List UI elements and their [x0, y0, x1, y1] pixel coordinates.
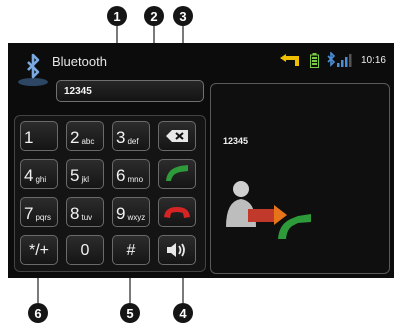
call-accept-icon [166, 165, 188, 181]
status-bar: 10:16 [279, 52, 386, 68]
call-end-icon [164, 207, 190, 218]
backspace-icon [166, 130, 188, 142]
key-digit: 8 [70, 204, 80, 223]
key-8[interactable]: 8 tuv [66, 197, 104, 227]
call-number-display: 12345 [223, 136, 249, 146]
navigation-arrow-icon [279, 54, 299, 66]
battery-icon [309, 52, 319, 68]
backspace-button[interactable] [158, 121, 196, 151]
key-digit: 3 [116, 128, 126, 147]
call-info-panel: 12345 [210, 83, 390, 274]
callout-3: 3 [173, 6, 193, 26]
key-5[interactable]: 5 jkl [66, 159, 104, 189]
signal-strength-icon [327, 52, 352, 67]
key-star-plus[interactable]: */+ [20, 235, 58, 265]
dial-number-field[interactable]: 12345 [56, 80, 204, 102]
key-letters: mno [127, 175, 144, 184]
key-hash[interactable]: # [112, 235, 150, 265]
callout-2: 2 [144, 6, 164, 26]
app-title: Bluetooth [52, 54, 107, 69]
key-letters: wxyz [127, 213, 146, 222]
key-letters: jkl [81, 175, 90, 184]
key-1[interactable]: 1 [20, 121, 58, 151]
key-letters: tuv [81, 213, 93, 222]
speaker-volume-button[interactable] [158, 235, 196, 265]
key-digit: # [126, 241, 136, 259]
key-letters: pqrs [35, 213, 52, 222]
key-4[interactable]: 4 ghi [20, 159, 58, 189]
key-digit: 1 [24, 128, 34, 147]
key-digit: 7 [24, 204, 34, 223]
key-2[interactable]: 2 abc [66, 121, 104, 151]
callout-1: 1 [107, 6, 127, 26]
callout-4: 4 [173, 303, 193, 323]
infotainment-screen: Bluetooth 10:16 12345 1 2 abc 3 def 4 gh… [8, 43, 394, 278]
callout-6: 6 [28, 303, 48, 323]
dial-keypad: 1 2 abc 3 def 4 ghi 5 jkl 6 mno 7 pqrs 8… [14, 115, 206, 272]
key-letters: abc [81, 137, 95, 146]
caller-transfer-icon [226, 181, 311, 239]
callout-5: 5 [120, 303, 140, 323]
key-3[interactable]: 3 def [112, 121, 150, 151]
speaker-volume-icon [167, 243, 185, 257]
bluetooth-icon [18, 53, 48, 86]
key-digit: 2 [70, 128, 80, 147]
key-digit: 0 [80, 241, 90, 259]
key-digit: 6 [116, 166, 126, 185]
call-accept-button[interactable] [158, 159, 196, 189]
key-digit: 5 [70, 166, 80, 185]
key-7[interactable]: 7 pqrs [20, 197, 58, 227]
key-9[interactable]: 9 wxyz [112, 197, 150, 227]
key-0[interactable]: 0 [66, 235, 104, 265]
key-6[interactable]: 6 mno [112, 159, 150, 189]
key-digit: 9 [116, 204, 126, 223]
key-letters: ghi [35, 175, 47, 184]
key-letters: def [127, 137, 139, 146]
call-end-button[interactable] [158, 197, 196, 227]
key-digit: */+ [28, 241, 49, 259]
key-digit: 4 [24, 166, 34, 185]
clock: 10:16 [360, 54, 386, 66]
